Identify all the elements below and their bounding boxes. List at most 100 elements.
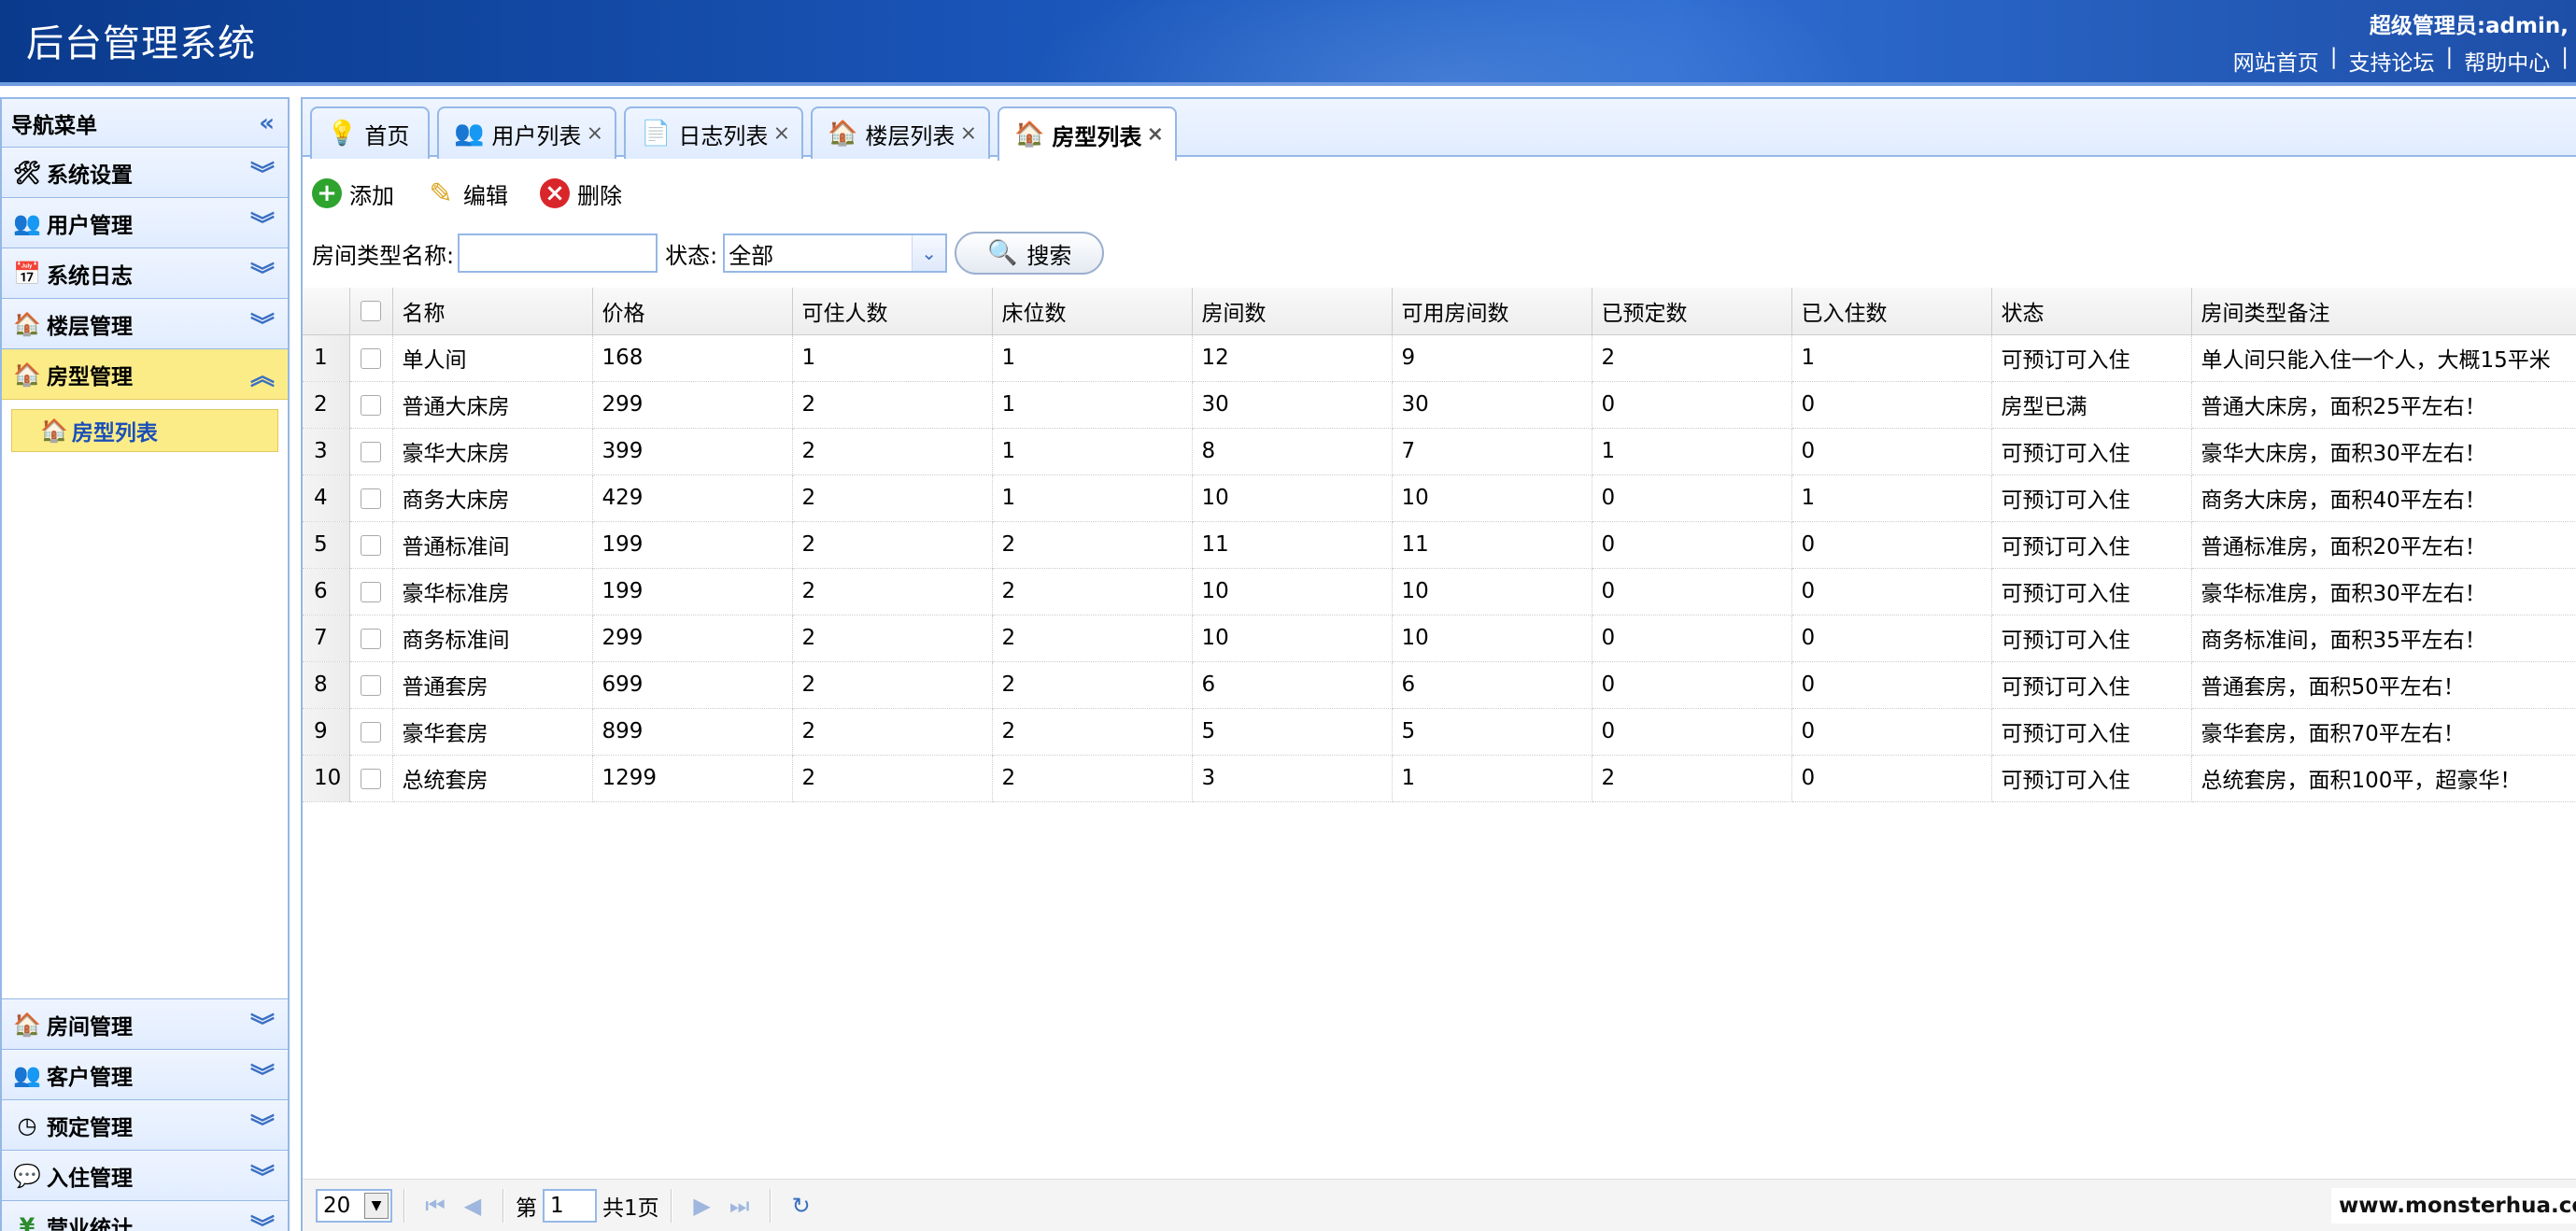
- page-size-select[interactable]: 20 ▼: [316, 1188, 392, 1223]
- delete-icon: ×: [540, 178, 570, 208]
- home-link[interactable]: 网站首页: [2233, 45, 2319, 77]
- table-row[interactable]: 3 豪华大床房 399 2 1 8 7 1 0 可预订可入住 豪华大床房，面积30平左右！: [303, 428, 2576, 475]
- table-row[interactable]: 2 普通大床房 299 2 1 30 30 0 0 房型已满 普通大床房，面积25平左右！: [303, 381, 2576, 429]
- row-checkbox[interactable]: [349, 661, 393, 709]
- double-chevron-down-icon[interactable]: ︾: [250, 256, 275, 290]
- double-chevron-down-icon[interactable]: ︾: [250, 306, 275, 341]
- tab-log-list[interactable]: 📄 日志列表 ×: [624, 106, 803, 159]
- double-chevron-up-icon[interactable]: ︽: [250, 357, 275, 391]
- forum-link[interactable]: 支持论坛: [2349, 45, 2435, 77]
- chevron-down-icon[interactable]: ▼: [364, 1192, 389, 1219]
- help-link[interactable]: 帮助中心: [2464, 45, 2550, 77]
- add-button[interactable]: + 添加: [312, 177, 394, 210]
- page-number-input[interactable]: 1: [543, 1188, 597, 1223]
- sidebar-item-label: 预定管理: [47, 1115, 133, 1140]
- table-cell: 10: [1192, 568, 1393, 616]
- tab-home[interactable]: 💡 首页: [310, 106, 430, 159]
- table-cell: 199: [592, 568, 793, 616]
- column-header[interactable]: 房间类型备注: [2191, 288, 2576, 335]
- pager-separator: [769, 1188, 771, 1223]
- double-chevron-down-icon[interactable]: ︾: [250, 205, 275, 240]
- first-page-icon[interactable]: ⏮: [417, 1193, 454, 1219]
- tab-floor-list[interactable]: 🏠 楼层列表 ×: [811, 106, 990, 159]
- close-icon[interactable]: ×: [773, 122, 790, 146]
- table-row[interactable]: 1 单人间 168 1 1 12 9 2 1 可预订可入住 单人间只能入住一个人，大概15平米: [303, 334, 2576, 382]
- double-chevron-down-icon[interactable]: ︾: [250, 1007, 275, 1041]
- sidebar-item-label: 入住管理: [47, 1166, 133, 1191]
- row-checkbox[interactable]: [349, 381, 393, 429]
- table-cell: 普通套房: [392, 661, 593, 709]
- column-header[interactable]: 床位数: [992, 288, 1193, 335]
- double-chevron-down-icon[interactable]: ︾: [250, 1057, 275, 1092]
- row-checkbox[interactable]: [349, 708, 393, 756]
- table-row[interactable]: 5 普通标准间 199 2 2 11 11 0 0 可预订可入住 普通标准房，面积20平左右！: [303, 521, 2576, 569]
- document-icon: 📄: [641, 120, 672, 148]
- row-number: 2: [303, 381, 350, 429]
- next-page-icon[interactable]: ▶: [684, 1193, 721, 1219]
- table-row[interactable]: 9 豪华套房 899 2 2 5 5 0 0 可预订可入住 豪华套房，面积70平左右！: [303, 708, 2576, 756]
- row-checkbox[interactable]: [349, 428, 393, 475]
- column-header[interactable]: 可住人数: [792, 288, 993, 335]
- sidebar-item-user-management[interactable]: 👥 用户管理 ︾: [2, 198, 288, 248]
- table-row[interactable]: 4 商务大床房 429 2 1 10 10 0 1 可预订可入住 商务大床房，面积40平左右！: [303, 474, 2576, 522]
- table-cell: 2: [992, 755, 1193, 802]
- search-button[interactable]: 🔍 搜索: [955, 232, 1105, 275]
- last-page-icon[interactable]: ⏭: [721, 1193, 758, 1219]
- select-all-checkbox[interactable]: [349, 288, 393, 335]
- row-checkbox[interactable]: [349, 474, 393, 522]
- table-cell: 9: [1392, 334, 1592, 382]
- table-row[interactable]: 10 总统套房 1299 2 2 3 1 2 0 可预订可入住 总统套房，面积100平，超豪华！: [303, 755, 2576, 802]
- close-icon[interactable]: ×: [960, 122, 977, 146]
- sidebar-item-system-log[interactable]: 📅 系统日志 ︾: [2, 248, 288, 299]
- sidebar-item-checkin-management[interactable]: 💬 入住管理 ︾: [2, 1151, 288, 1201]
- refresh-icon[interactable]: ↻: [783, 1193, 820, 1219]
- table-cell: 10: [1392, 615, 1592, 662]
- delete-button[interactable]: × 删除: [540, 177, 622, 210]
- column-header[interactable]: 可用房间数: [1392, 288, 1592, 335]
- table-cell: 可预订可入住: [1991, 568, 2192, 616]
- column-header[interactable]: 名称: [392, 288, 593, 335]
- chevron-down-icon[interactable]: ⌄: [912, 235, 946, 271]
- sidebar-item-system-settings[interactable]: 🛠 系统设置 ︾: [2, 148, 288, 198]
- column-header[interactable]: 已预定数: [1592, 288, 1792, 335]
- table-cell: 豪华大床房: [392, 428, 593, 475]
- row-checkbox[interactable]: [349, 521, 393, 569]
- row-checkbox[interactable]: [349, 755, 393, 802]
- row-checkbox[interactable]: [349, 568, 393, 616]
- sidebar-item-booking-management[interactable]: ◷ 预定管理 ︾: [2, 1100, 288, 1151]
- sidebar-subitem-label: 房型列表: [71, 421, 158, 446]
- double-chevron-left-icon[interactable]: «: [259, 109, 275, 137]
- sidebar-item-room-management[interactable]: 🏠 房间管理 ︾: [2, 999, 288, 1050]
- sidebar-subitem-room-type-list[interactable]: 🏠 房型列表: [11, 409, 278, 452]
- double-chevron-down-icon[interactable]: ︾: [250, 155, 275, 190]
- room-type-name-input[interactable]: [458, 233, 658, 273]
- edit-button[interactable]: ✎ 编辑: [426, 177, 508, 210]
- table-row[interactable]: 6 豪华标准房 199 2 2 10 10 0 0 可预订可入住 豪华标准房，面积30平左右！: [303, 568, 2576, 616]
- page-number-value: 1: [550, 1193, 564, 1218]
- prev-page-icon[interactable]: ◀: [454, 1193, 491, 1219]
- close-icon[interactable]: ×: [587, 122, 603, 146]
- table-cell: 2: [792, 521, 993, 569]
- row-checkbox[interactable]: [349, 615, 393, 662]
- sidebar-item-customer-management[interactable]: 👥 客户管理 ︾: [2, 1050, 288, 1100]
- column-header[interactable]: 状态: [1991, 288, 2192, 335]
- sidebar-item-room-type-management[interactable]: 🏠 房型管理 ︽: [2, 349, 288, 400]
- column-header[interactable]: 房间数: [1192, 288, 1393, 335]
- double-chevron-down-icon[interactable]: ︾: [250, 1108, 275, 1142]
- double-chevron-down-icon[interactable]: ︾: [250, 1209, 275, 1231]
- column-header[interactable]: 已入住数: [1791, 288, 1992, 335]
- table-row[interactable]: 7 商务标准间 299 2 2 10 10 0 0 可预订可入住 商务标准间，面积35平左右！: [303, 615, 2576, 662]
- table-row[interactable]: 8 普通套房 699 2 2 6 6 0 0 可预订可入住 普通套房，面积50平左右！: [303, 661, 2576, 709]
- status-select[interactable]: 全部 ⌄: [723, 233, 948, 273]
- column-header[interactable]: 价格: [592, 288, 793, 335]
- row-checkbox[interactable]: [349, 334, 393, 382]
- tab-room-type-list[interactable]: 🏠 房型列表 ×: [998, 106, 1177, 161]
- table-cell: 1: [792, 334, 993, 382]
- close-icon[interactable]: ×: [1147, 123, 1164, 147]
- sidebar-item-business-statistics[interactable]: ¥ 营业统计 ︾: [2, 1201, 288, 1231]
- page-size-value: 20: [323, 1193, 351, 1218]
- delete-button-label: 删除: [577, 182, 622, 209]
- tab-user-list[interactable]: 👥 用户列表 ×: [437, 106, 616, 159]
- double-chevron-down-icon[interactable]: ︾: [250, 1158, 275, 1193]
- sidebar-item-floor-management[interactable]: 🏠 楼层管理 ︾: [2, 299, 288, 349]
